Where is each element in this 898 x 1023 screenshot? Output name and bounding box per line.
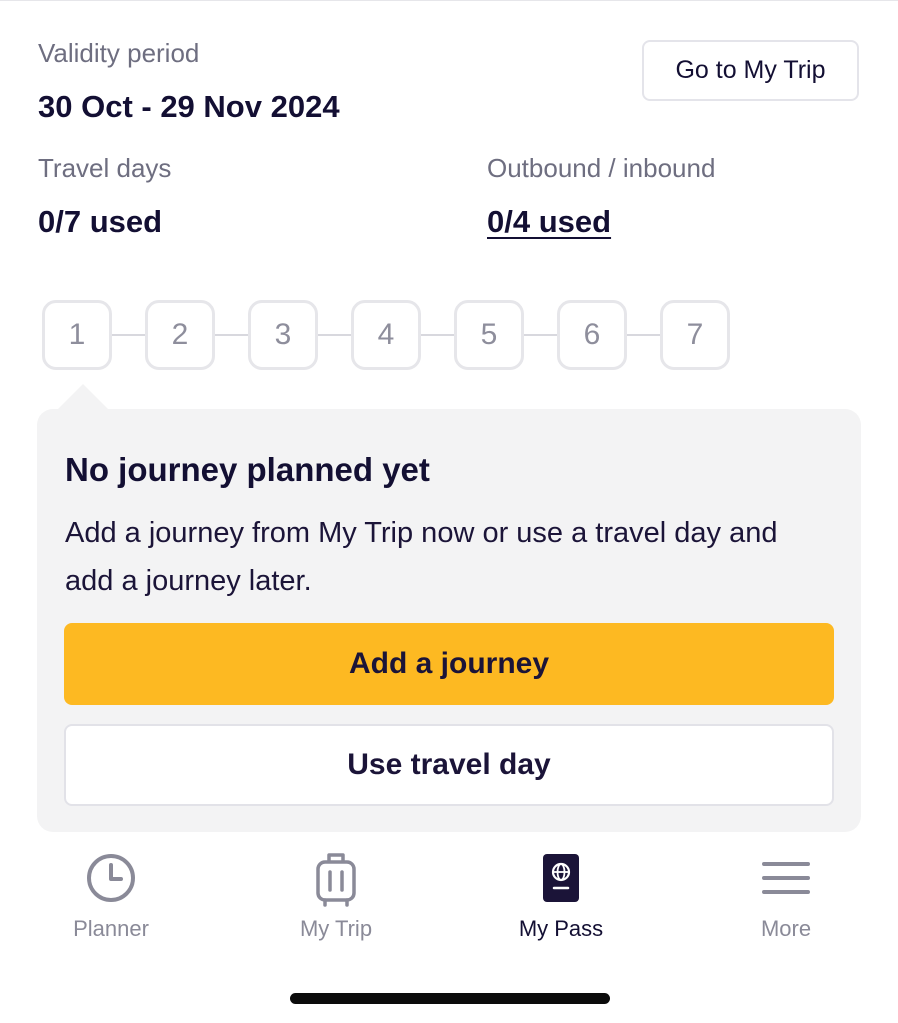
day-connector (627, 334, 660, 336)
tab-my-pass[interactable]: My Pass (481, 840, 641, 950)
day-connector (318, 334, 351, 336)
day-4[interactable]: 4 (351, 300, 421, 370)
menu-icon (762, 860, 810, 901)
outbound-inbound-label: Outbound / inbound (487, 153, 716, 183)
go-to-my-trip-button[interactable]: Go to My Trip (642, 40, 859, 101)
travel-days-label: Travel days (38, 153, 172, 183)
add-journey-button[interactable]: Add a journey (64, 623, 834, 705)
tab-more[interactable]: More (706, 840, 866, 950)
tab-planner[interactable]: Planner (31, 840, 191, 950)
top-divider (0, 0, 898, 1)
day-5[interactable]: 5 (454, 300, 524, 370)
validity-value: 30 Oct - 29 Nov 2024 (38, 89, 340, 124)
travel-day-stepper: 1 2 3 4 5 6 7 (42, 300, 730, 370)
day-connector (112, 334, 145, 336)
bottom-tab-bar: Planner My Trip My Pass More (0, 840, 898, 960)
passport-icon (541, 852, 581, 909)
day-connector (215, 334, 248, 336)
tab-label: More (760, 916, 812, 941)
card-title: No journey planned yet (65, 451, 430, 488)
day-6[interactable]: 6 (557, 300, 627, 370)
card-description: Add a journey from My Trip now or use a … (65, 517, 778, 597)
validity-label: Validity period (38, 38, 200, 68)
travel-days-value: 0/7 used (38, 204, 163, 239)
tab-label: My Pass (518, 916, 604, 941)
day-2[interactable]: 2 (145, 300, 215, 370)
tab-label: Planner (73, 916, 149, 941)
tab-my-trip[interactable]: My Trip (256, 840, 416, 950)
home-indicator (290, 993, 610, 1004)
outbound-inbound-value-link[interactable]: 0/4 used (487, 204, 611, 240)
day-connector (421, 334, 454, 336)
clock-icon (85, 852, 137, 909)
luggage-icon (314, 852, 358, 913)
journey-card: No journey planned yet Add a journey fro… (37, 409, 861, 832)
day-1[interactable]: 1 (42, 300, 112, 370)
day-connector (524, 334, 557, 336)
card-pointer (57, 384, 109, 410)
day-7[interactable]: 7 (660, 300, 730, 370)
tab-label: My Trip (299, 916, 373, 941)
use-travel-day-button[interactable]: Use travel day (64, 724, 834, 806)
day-3[interactable]: 3 (248, 300, 318, 370)
